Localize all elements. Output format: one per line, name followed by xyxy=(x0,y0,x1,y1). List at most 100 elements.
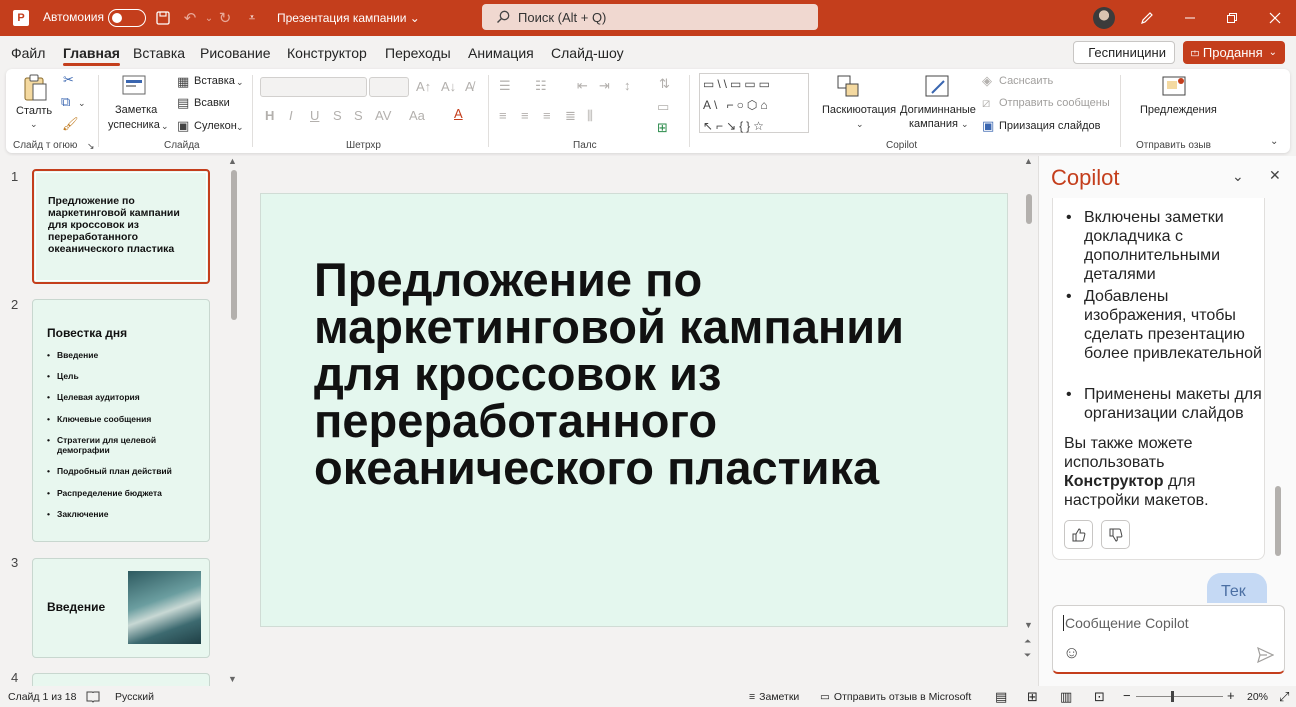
slide-thumbnail-2[interactable]: Повестка дня Введение Цель Целевая аудит… xyxy=(32,299,210,542)
arrange-label[interactable]: Паскиюотация xyxy=(822,104,896,116)
action3-button[interactable]: Приизация слайдов xyxy=(999,120,1101,132)
action1-icon[interactable]: ◈ xyxy=(982,74,992,88)
scroll-down-icon[interactable]: ▼ xyxy=(228,672,237,686)
layout-dropdown-icon[interactable]: ⌄ xyxy=(236,75,244,89)
layout-icon[interactable]: ▦ xyxy=(177,75,189,89)
arrange-dropdown-icon[interactable]: ⌄ xyxy=(856,117,864,131)
copy-dropdown-icon[interactable]: ⌄ xyxy=(78,96,86,110)
tab-insert[interactable]: Вставка xyxy=(133,45,185,61)
align-right-icon[interactable]: ≡ xyxy=(543,109,551,123)
slide-thumbnail-3[interactable]: Введение xyxy=(32,558,210,658)
paste-icon[interactable] xyxy=(20,73,50,106)
reading-view-icon[interactable]: ▥ xyxy=(1060,689,1072,705)
smartart-icon[interactable]: ⊞ xyxy=(657,121,668,135)
copilot-scrollbar[interactable] xyxy=(1275,486,1281,556)
copilot-message-input[interactable]: Сообщение Copilot ☺ xyxy=(1052,605,1285,674)
share-button[interactable]: Продання ⌄ xyxy=(1183,41,1285,64)
tab-transitions[interactable]: Переходы xyxy=(385,45,451,61)
collapse-ribbon-icon[interactable]: ⌄ xyxy=(1270,135,1278,149)
reset-icon[interactable]: ▤ xyxy=(177,96,189,110)
slide-thumbnail-1[interactable]: Предложение по маркетинговой кампании дл… xyxy=(32,169,210,284)
zoom-slider-thumb[interactable] xyxy=(1171,691,1174,702)
close-icon[interactable] xyxy=(1265,8,1285,28)
new-slide-label-2[interactable]: успесника xyxy=(108,119,160,131)
emoji-icon[interactable]: ☺ xyxy=(1063,644,1080,661)
paste-button[interactable]: Сталть xyxy=(16,105,52,117)
arrange-icon[interactable] xyxy=(836,73,864,104)
current-slide[interactable]: Предложение по маркетинговой кампании дл… xyxy=(260,193,1008,627)
bold-icon[interactable]: H xyxy=(265,109,274,123)
align-center-icon[interactable]: ≡ xyxy=(521,109,529,123)
slide-thumbnail-4[interactable] xyxy=(32,673,210,686)
copy-icon[interactable]: ⧉ xyxy=(61,95,70,109)
font-color-icon[interactable]: A xyxy=(454,107,463,121)
numbering-icon[interactable]: ☷ xyxy=(535,79,547,93)
columns-icon[interactable]: ⫼ xyxy=(587,109,593,123)
bullets-icon[interactable]: ☰ xyxy=(499,79,511,93)
save-icon[interactable] xyxy=(153,8,173,28)
increase-indent-icon[interactable]: ⇥ xyxy=(599,79,610,93)
next-slide-icon[interactable]: ⏷ xyxy=(1024,648,1031,662)
decrease-indent-icon[interactable]: ⇤ xyxy=(577,79,588,93)
copilot-options-icon[interactable]: ⌄ xyxy=(1232,169,1244,183)
thumbs-up-icon[interactable] xyxy=(1064,520,1093,549)
align-left-icon[interactable]: ≡ xyxy=(499,109,507,123)
thumbs-down-icon[interactable] xyxy=(1101,520,1130,549)
search-box[interactable]: Поиск (Alt + Q) xyxy=(482,4,818,30)
designer-link[interactable]: Конструктор xyxy=(1064,473,1164,490)
user-avatar[interactable] xyxy=(1093,7,1115,29)
tab-file[interactable]: Файл xyxy=(11,45,45,61)
redo-icon[interactable]: ↻ xyxy=(215,8,235,28)
action1-button[interactable]: Саснсаить xyxy=(999,75,1053,87)
fit-to-window-icon[interactable]: ⤢ xyxy=(1279,689,1289,705)
canvas-scrollbar[interactable] xyxy=(1026,194,1032,224)
minimize-icon[interactable] xyxy=(1180,8,1200,28)
prev-slide-icon[interactable]: ⏶ xyxy=(1024,634,1031,648)
section-button[interactable]: Сулекон xyxy=(194,120,237,132)
normal-view-icon[interactable]: ▤ xyxy=(995,689,1007,705)
underline-icon[interactable]: U xyxy=(310,109,319,123)
autosave-toggle[interactable] xyxy=(108,9,146,27)
accessibility-icon[interactable] xyxy=(86,691,100,703)
feedback-button[interactable]: Предлеждения xyxy=(1140,104,1217,116)
font-size-field[interactable] xyxy=(369,77,409,97)
shrink-font-icon[interactable]: A↓ xyxy=(441,80,456,94)
scroll-up-icon[interactable]: ▲ xyxy=(228,154,237,168)
customize-toolbar-icon[interactable]: ⩡ xyxy=(242,8,262,28)
document-name[interactable]: Презентация кампании ⌄ xyxy=(277,11,420,25)
feedback-icon[interactable] xyxy=(1161,73,1189,104)
scroll-up-icon[interactable]: ▲ xyxy=(1024,154,1033,168)
font-name-field[interactable] xyxy=(260,77,367,97)
cut-icon[interactable]: ✂ xyxy=(63,73,74,87)
clear-format-icon[interactable]: A̸ xyxy=(465,80,474,94)
language-status[interactable]: Русский xyxy=(115,691,154,703)
tab-design[interactable]: Конструктор xyxy=(287,45,367,61)
reset-button[interactable]: Всавки xyxy=(194,97,230,109)
section-icon[interactable]: ▣ xyxy=(177,119,189,133)
section-dropdown-icon[interactable]: ⌄ xyxy=(236,120,244,134)
new-slide-dropdown-icon[interactable]: ⌄ xyxy=(161,119,169,133)
close-pane-icon[interactable]: ✕ xyxy=(1269,168,1281,182)
layout-button[interactable]: Вставка xyxy=(194,75,235,87)
designer-icon[interactable] xyxy=(924,73,952,104)
shapes-gallery[interactable]: ▭\\▭▭▭ A\ ⌐○⬡⌂ ↖⌐↘{}☆ xyxy=(699,73,809,133)
zoom-slider[interactable] xyxy=(1136,696,1223,697)
present-button[interactable]: Геспиницини xyxy=(1073,41,1175,64)
text-direction-icon[interactable]: ⇅ xyxy=(659,77,670,91)
action2-icon[interactable]: ⧄ xyxy=(982,96,990,110)
tab-animations[interactable]: Анимация xyxy=(468,45,534,61)
new-slide-icon[interactable] xyxy=(122,74,150,101)
new-slide-label-1[interactable]: Заметка xyxy=(115,104,157,116)
restore-icon[interactable] xyxy=(1222,8,1242,28)
change-case-icon[interactable]: Aa xyxy=(409,109,425,123)
action2-button[interactable]: Отправить сообщены xyxy=(999,97,1110,109)
italic-icon[interactable]: I xyxy=(289,109,293,123)
slideshow-icon[interactable]: ⊡ xyxy=(1094,689,1105,705)
notes-button[interactable]: ≡ Заметки xyxy=(749,691,799,703)
line-spacing-icon[interactable]: ↕ xyxy=(624,79,631,93)
dialog-launcher-icon[interactable]: ↘ xyxy=(87,139,95,153)
zoom-in-icon[interactable]: + xyxy=(1227,688,1235,703)
send-icon[interactable] xyxy=(1257,646,1275,666)
align-text-icon[interactable]: ▭ xyxy=(657,100,669,114)
grow-font-icon[interactable]: A↑ xyxy=(416,80,431,94)
